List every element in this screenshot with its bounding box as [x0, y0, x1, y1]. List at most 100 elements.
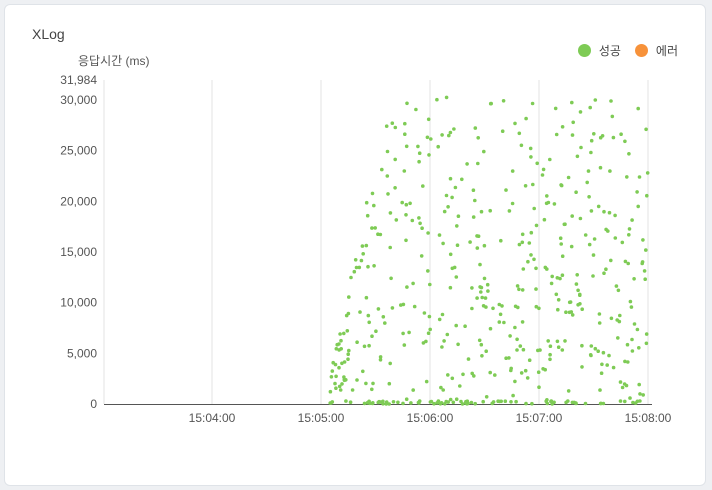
- data-point: [609, 258, 613, 263]
- data-point: [403, 121, 407, 126]
- data-point: [602, 271, 606, 276]
- data-point: [558, 236, 563, 240]
- data-point: [604, 267, 608, 272]
- data-point: [571, 120, 575, 125]
- data-point: [608, 169, 612, 173]
- data-point: [518, 344, 523, 348]
- data-point: [388, 361, 393, 366]
- data-point: [385, 149, 390, 154]
- data-point: [548, 157, 552, 162]
- data-point: [442, 339, 446, 343]
- data-point: [367, 343, 371, 348]
- data-point: [556, 345, 561, 350]
- data-point: [448, 397, 453, 402]
- data-point: [567, 300, 572, 305]
- data-point: [486, 289, 490, 293]
- data-point: [513, 121, 517, 126]
- data-point: [404, 202, 409, 207]
- data-point: [475, 296, 479, 300]
- data-point: [478, 262, 482, 267]
- data-point: [597, 321, 602, 325]
- data-point: [458, 384, 462, 388]
- data-point: [453, 185, 458, 190]
- data-point: [580, 307, 584, 312]
- data-point: [437, 317, 442, 322]
- data-point: [396, 400, 400, 405]
- data-point: [570, 100, 574, 105]
- data-point: [592, 237, 597, 241]
- data-point: [469, 400, 474, 405]
- data-point: [346, 357, 350, 362]
- data-point: [618, 380, 623, 384]
- data-point: [370, 226, 374, 230]
- data-point: [517, 242, 522, 247]
- data-point: [574, 190, 578, 194]
- data-point: [399, 303, 403, 307]
- data-point: [580, 365, 584, 369]
- data-point: [364, 381, 368, 386]
- data-point: [644, 248, 648, 252]
- data-point: [548, 352, 552, 357]
- data-point: [534, 287, 538, 291]
- data-point: [448, 130, 453, 135]
- data-point: [353, 258, 358, 262]
- data-point: [330, 369, 335, 373]
- data-point: [479, 290, 483, 294]
- data-point: [596, 204, 601, 209]
- data-point: [448, 252, 453, 257]
- data-point: [339, 338, 343, 343]
- data-point: [560, 348, 565, 352]
- data-point: [559, 183, 563, 187]
- data-point: [606, 229, 610, 233]
- data-point: [543, 367, 547, 372]
- x-tick-label: 15:04:00: [189, 411, 236, 425]
- data-point: [470, 306, 474, 311]
- data-point: [527, 241, 532, 245]
- data-point: [632, 322, 637, 326]
- data-point: [364, 243, 369, 248]
- data-point: [480, 354, 484, 358]
- data-point: [418, 221, 422, 226]
- data-point: [348, 400, 353, 405]
- data-point: [616, 288, 621, 293]
- data-point: [598, 388, 602, 392]
- data-point: [520, 320, 525, 324]
- data-point: [384, 400, 389, 404]
- x-tick-label: 15:07:00: [516, 411, 563, 425]
- y-max-label: 31,984: [60, 73, 97, 87]
- data-point: [450, 376, 455, 381]
- data-point: [560, 254, 565, 258]
- data-point: [425, 135, 430, 140]
- data-point: [481, 304, 486, 308]
- data-point: [370, 191, 375, 196]
- data-point: [404, 144, 409, 149]
- data-point: [393, 125, 398, 130]
- data-point: [556, 298, 561, 302]
- data-point: [370, 387, 374, 392]
- y-tick-label: 5,000: [67, 346, 97, 360]
- data-point: [583, 233, 588, 237]
- data-point: [523, 368, 528, 373]
- data-point: [412, 304, 417, 309]
- data-point: [548, 344, 553, 349]
- xlog-scatter-chart[interactable]: 0 5,000 10,000 15,000 20,000 25,000 30,000 31,9…: [0, 0, 712, 490]
- data-point: [591, 274, 595, 278]
- data-point: [377, 399, 381, 404]
- data-point: [497, 320, 502, 324]
- data-point: [461, 372, 465, 377]
- data-point: [448, 176, 453, 181]
- data-point: [530, 401, 534, 406]
- data-point: [497, 399, 502, 404]
- data-point: [416, 400, 421, 405]
- data-point: [593, 98, 598, 102]
- data-point: [625, 175, 629, 179]
- data-point: [475, 246, 480, 250]
- data-point: [452, 127, 456, 131]
- y-tick-label: 20,000: [60, 194, 97, 208]
- data-point: [601, 401, 606, 406]
- data-point: [378, 355, 383, 359]
- data-point: [366, 313, 371, 318]
- data-point: [605, 363, 609, 367]
- data-point: [454, 397, 459, 402]
- data-point: [417, 159, 421, 164]
